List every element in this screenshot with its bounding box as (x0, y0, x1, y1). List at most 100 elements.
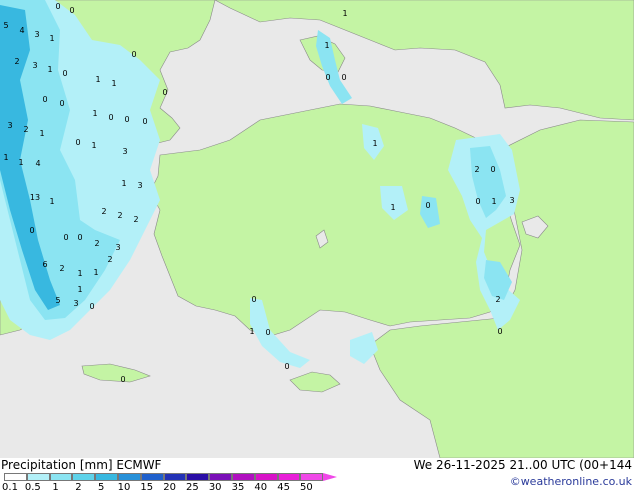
map-label: 0 (341, 73, 346, 82)
map-label: 5 (3, 21, 8, 30)
map-label: 3 (137, 181, 142, 190)
scale-tick-label: 40 (254, 482, 268, 493)
map-label: 1 (92, 109, 97, 118)
scale-swatch (186, 473, 210, 481)
map-label: 0 (75, 138, 80, 147)
map-label: 13 (30, 193, 40, 202)
scale-swatch (118, 473, 141, 481)
map-label: 1 (324, 41, 329, 50)
map-label: 1 (77, 285, 82, 294)
map-label: 0 (42, 95, 47, 104)
map-label: 2 (495, 295, 500, 304)
scale-swatch (4, 473, 27, 481)
scale-tick-label: 0.1 (2, 482, 18, 493)
map-label: 0 (284, 362, 289, 371)
map-label: 3 (32, 61, 37, 70)
map-label: 4 (35, 159, 40, 168)
map-label: 2 (101, 207, 106, 216)
scale-swatch (140, 473, 164, 481)
map-label: 2 (59, 264, 64, 273)
map-label: 0 (124, 115, 129, 124)
scale-swatch (26, 473, 50, 481)
map-label: 2 (117, 211, 122, 220)
map-label: 0 (62, 69, 67, 78)
map-label: 2 (474, 165, 479, 174)
scale-tick-label: 2 (75, 482, 82, 493)
map-label: 3 (73, 299, 78, 308)
scale-tick-label: 20 (163, 482, 176, 493)
map-label: 3 (115, 243, 120, 252)
scale-tick-label: 5 (98, 482, 105, 493)
map-label: 1 (121, 179, 126, 188)
map-label: 2 (94, 239, 99, 248)
scale-swatch (277, 473, 301, 481)
scale-tick-label: 15 (140, 482, 154, 493)
scale-tick-label: 10 (117, 482, 131, 493)
scale-swatch (254, 473, 278, 481)
map-label: 0 (490, 165, 495, 174)
map-label: 0 (89, 302, 94, 311)
precipitation-map: 0 0 1 5 4 3 1 2 1 3 1 0 1 1 0 0 0 0 0 1 … (0, 0, 634, 459)
map-label: 1 (77, 269, 82, 278)
map-label: 0 (251, 295, 256, 304)
scale-swatch (72, 473, 96, 481)
map-canvas: 0 0 1 5 4 3 1 2 1 3 1 0 1 1 0 0 0 0 0 1 … (0, 0, 634, 459)
map-label: 0 (120, 375, 125, 384)
scale-swatch (300, 473, 324, 481)
forecast-datetime: We 26-11-2025 21..00 UTC (00+144 (413, 458, 632, 472)
map-label: 1 (39, 129, 44, 138)
scale-arrow-icon (323, 473, 338, 481)
map-label: 1 (18, 158, 23, 167)
scale-tick-label: 25 (186, 482, 199, 493)
map-label: 0 (59, 99, 64, 108)
scale-tick-label: 1 (52, 482, 59, 493)
scale-swatch (209, 473, 232, 481)
map-label: 3 (509, 196, 514, 205)
map-label: 0 (63, 233, 68, 242)
credit-link[interactable]: ©weatheronline.co.uk (510, 475, 632, 488)
map-label: 1 (372, 139, 377, 148)
map-label: 3 (122, 147, 127, 156)
map-footer: Precipitation [mm] ECMWF We 26-11-2025 2… (0, 458, 634, 493)
scale-tick-label: 50 (300, 482, 313, 493)
map-label: 1 (95, 75, 100, 84)
map-title: Precipitation [mm] ECMWF (1, 458, 162, 472)
map-label: 0 (425, 201, 430, 210)
map-label: 0 (29, 226, 34, 235)
scale-tick-label: 0.5 (24, 482, 41, 493)
map-label: 1 (93, 268, 98, 277)
scale-tick-label: 35 (231, 482, 245, 493)
map-label: 5 (55, 296, 60, 305)
map-label: 2 (23, 125, 28, 134)
map-label: 4 (19, 26, 24, 35)
map-label: 1 (49, 34, 54, 43)
scale-swatch (232, 473, 255, 481)
map-label: 0 (55, 2, 60, 11)
map-label: 3 (34, 30, 39, 39)
map-label: 0 (77, 233, 82, 242)
map-label: 0 (162, 88, 167, 97)
map-label: 1 (47, 65, 52, 74)
map-label: 1 (390, 203, 395, 212)
scale-swatch (49, 473, 73, 481)
map-label: 0 (142, 117, 147, 126)
map-label: 2 (14, 57, 19, 66)
scale-swatch (163, 473, 187, 481)
map-label: 0 (497, 327, 502, 336)
map-label: 0 (475, 197, 480, 206)
map-label: 1 (249, 327, 254, 336)
map-label: 0 (131, 50, 136, 59)
map-label: 0 (325, 73, 330, 82)
map-label: 1 (342, 9, 347, 18)
map-label: 1 (3, 153, 8, 162)
map-label: 2 (107, 255, 112, 264)
map-label: 0 (265, 328, 270, 337)
map-label: 1 (111, 79, 116, 88)
scale-tick-label: 30 (208, 482, 222, 493)
map-label: 1 (491, 197, 496, 206)
map-label: 6 (42, 260, 47, 269)
map-label: 0 (69, 6, 74, 15)
map-label: 2 (133, 215, 138, 224)
scale-tick-label: 45 (277, 482, 290, 493)
map-label: 1 (91, 141, 96, 150)
